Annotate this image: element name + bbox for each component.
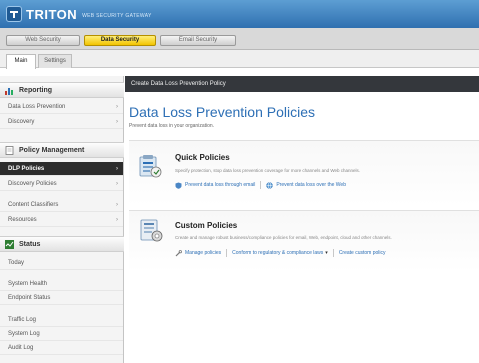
section-status-label: Status: [19, 240, 41, 248]
tab-web-security[interactable]: Web Security: [6, 35, 80, 46]
link-divider: [332, 249, 334, 257]
chevron-right-icon: ›: [116, 181, 118, 187]
custom-policies-desc: Create and manage robust business/compli…: [175, 235, 392, 240]
web-policy-link-label: Prevent data loss over the Web: [276, 182, 346, 188]
nav-label: Content Classifiers: [8, 202, 59, 208]
chevron-right-icon: ›: [116, 166, 118, 172]
section-policy-label: Policy Management: [19, 146, 85, 154]
wrench-icon: [175, 249, 182, 257]
create-custom-policy-link-label: Create custom policy: [338, 250, 386, 256]
nav-label: Discovery: [8, 119, 35, 125]
nav-label: System Log: [8, 331, 40, 337]
tab-settings[interactable]: Settings: [38, 54, 72, 68]
document-icon: [5, 145, 14, 155]
nav-label: Audit Log: [8, 345, 34, 351]
module-tab-bar: Web Security Data Security Email Securit…: [0, 28, 479, 50]
left-navigation: Reporting Data Loss Prevention › Discover…: [0, 76, 124, 363]
nav-label: Endpoint Status: [8, 295, 51, 301]
chevron-right-icon: ›: [116, 104, 118, 110]
quick-policies-links: Prevent data loss through email Prevent …: [175, 181, 346, 189]
nav-system-health[interactable]: System Health: [0, 277, 123, 291]
app-header: TRITON WEB SECURITY GATEWAY: [0, 0, 479, 28]
chevron-right-icon: ›: [116, 119, 118, 125]
nav-resources[interactable]: Resources ›: [0, 213, 123, 227]
bar-chart-icon: [5, 86, 14, 95]
section-reporting[interactable]: Reporting: [0, 82, 124, 98]
brand-tagline: WEB SECURITY GATEWAY: [82, 13, 152, 19]
status-icon: [5, 239, 14, 249]
quick-policies-card: Quick Policies Specify protection, stop …: [129, 140, 479, 206]
main-content: Create Data Loss Prevention Policy Data …: [125, 76, 479, 363]
section-status[interactable]: Status: [0, 236, 124, 252]
nav-dlp-policies[interactable]: DLP Policies ›: [0, 162, 123, 176]
regulatory-compliance-link-label: Conform to regulatory & compliance laws: [232, 250, 324, 256]
chevron-right-icon: ›: [116, 202, 118, 208]
nav-content-classifiers[interactable]: Content Classifiers ›: [0, 198, 123, 212]
brand-logo: TRITON WEB SECURITY GATEWAY: [6, 5, 152, 23]
email-policy-link-label: Prevent data loss through email: [185, 182, 256, 188]
section-policy-management[interactable]: Policy Management: [0, 142, 124, 158]
tab-main[interactable]: Main: [6, 54, 36, 69]
web-policy-link[interactable]: Prevent data loss over the Web: [266, 181, 346, 189]
chevron-right-icon: ›: [116, 217, 118, 223]
nav-label: Discovery Policies: [8, 181, 57, 187]
nav-data-loss-prevention[interactable]: Data Loss Prevention ›: [0, 100, 123, 114]
brand-name: TRITON: [26, 6, 78, 22]
nav-label: Data Loss Prevention: [8, 104, 66, 110]
manage-policies-link-label: Manage policies: [185, 250, 222, 256]
nav-audit-log[interactable]: Audit Log: [0, 341, 123, 355]
regulatory-compliance-link[interactable]: Conform to regulatory & compliance laws …: [232, 250, 328, 256]
nav-label: Resources: [8, 217, 37, 223]
nav-label: Traffic Log: [8, 317, 37, 323]
custom-policies-card: Custom Policies Create and manage robust…: [129, 210, 479, 272]
page-subtitle: Prevent data loss in your organization.: [129, 123, 215, 129]
quick-policies-title: Quick Policies: [175, 153, 230, 162]
nav-today[interactable]: Today: [0, 256, 123, 270]
nav-label: DLP Policies: [8, 166, 45, 172]
custom-policies-icon: [137, 217, 163, 243]
nav-traffic-log[interactable]: Traffic Log: [0, 313, 123, 327]
create-custom-policy-link[interactable]: Create custom policy: [339, 250, 386, 256]
globe-icon: [266, 181, 274, 189]
custom-policies-title: Custom Policies: [175, 221, 238, 230]
manage-policies-link[interactable]: Manage policies: [175, 249, 222, 257]
section-reporting-label: Reporting: [19, 86, 53, 94]
custom-policies-links: Manage policies Conform to regulatory & …: [175, 249, 386, 257]
nav-discovery-policies[interactable]: Discovery Policies ›: [0, 177, 123, 191]
tab-email-security[interactable]: Email Security: [160, 35, 236, 46]
nav-label: System Health: [8, 281, 48, 287]
quick-policies-desc: Specify protection, stop data loss preve…: [175, 168, 361, 173]
link-divider: [226, 249, 228, 257]
nav-endpoint-status[interactable]: Endpoint Status: [0, 291, 123, 305]
nav-label: Today: [8, 260, 25, 266]
sub-tab-bar: Main Settings: [0, 50, 479, 69]
email-policy-link[interactable]: Prevent data loss through email: [175, 182, 255, 189]
nav-system-log[interactable]: System Log: [0, 327, 123, 341]
shield-icon: [175, 182, 182, 189]
caret-down-icon: ▾: [325, 250, 328, 256]
quick-policies-icon: [137, 153, 163, 179]
tab-data-security[interactable]: Data Security: [84, 35, 156, 46]
breadcrumb: Create Data Loss Prevention Policy: [125, 76, 479, 92]
brand-icon: [6, 6, 22, 22]
nav-discovery[interactable]: Discovery ›: [0, 115, 123, 129]
page-title: Data Loss Prevention Policies: [129, 104, 315, 120]
link-divider: [260, 181, 262, 189]
